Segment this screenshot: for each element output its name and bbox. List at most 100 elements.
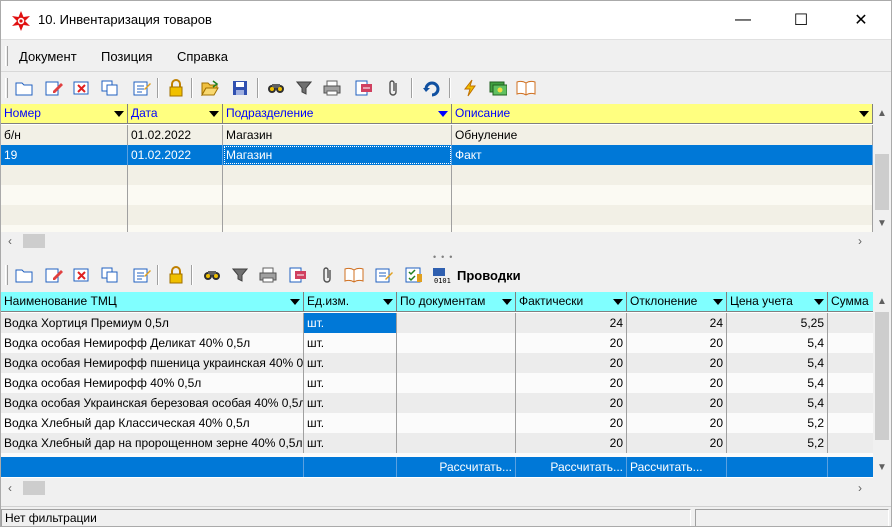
filter-icon[interactable] [229,264,251,286]
panel-splitter[interactable]: ••• [1,250,891,262]
scroll-up-icon[interactable]: ▲ [873,292,891,310]
edit-list-icon[interactable] [131,264,153,286]
checklist-icon[interactable] [403,264,425,286]
lock-icon[interactable] [165,264,187,286]
scroll-thumb[interactable] [875,312,889,440]
calculate-by-docs-button[interactable]: Рассчитать... [397,457,516,477]
toolbar-grip[interactable] [5,265,8,285]
book-icon[interactable] [343,264,365,286]
calculate-actual-button[interactable]: Рассчитать... [516,457,627,477]
items-horizontal-scrollbar[interactable]: ‹ › [1,479,891,497]
report-icon[interactable] [287,264,309,286]
new-folder-icon[interactable] [13,77,35,99]
cell-actual[interactable]: 24 [516,313,627,333]
scroll-down-icon[interactable]: ▼ [873,458,891,476]
scroll-thumb[interactable] [875,154,889,210]
postings-button[interactable]: Проводки [457,268,521,283]
cell-actual[interactable]: 20 [516,413,627,433]
search-icon[interactable] [265,77,287,99]
refresh-icon[interactable] [421,77,443,99]
scroll-left-icon[interactable]: ‹ [1,479,19,497]
menu-grip[interactable] [5,46,8,66]
lock-icon[interactable] [165,77,187,99]
cell-price[interactable]: 5,4 [727,333,828,353]
filter-icon[interactable] [293,77,315,99]
cell-by-docs[interactable] [397,433,516,453]
cell-department[interactable]: Магазин [223,145,452,165]
documents-horizontal-scrollbar[interactable]: ‹ › [1,232,891,250]
notes-icon[interactable] [373,264,395,286]
sort-dropdown-icon[interactable] [438,111,448,117]
cell-item-name[interactable]: Водка особая Немирофф пшеница украинская… [1,353,304,373]
new-folder-icon[interactable] [13,264,35,286]
table-row[interactable]: Водка особая Немирофф пшеница украинская… [1,353,873,373]
cell-sum[interactable] [828,333,873,353]
cell-number[interactable]: б/н [1,125,128,145]
attach-icon[interactable] [383,77,405,99]
cell-price[interactable]: 5,4 [727,393,828,413]
attach-icon[interactable] [317,264,339,286]
cell-price[interactable]: 5,2 [727,413,828,433]
search-icon[interactable] [201,264,223,286]
column-header-department[interactable]: Подразделение [223,104,452,124]
sort-dropdown-icon[interactable] [859,111,869,117]
scroll-left-icon[interactable]: ‹ [1,232,19,250]
lightning-icon[interactable] [459,77,481,99]
cell-by-docs[interactable] [397,353,516,373]
cell-by-docs[interactable] [397,413,516,433]
cell-unit[interactable]: шт. [304,393,397,413]
scroll-up-icon[interactable]: ▲ [873,104,891,122]
cell-actual[interactable]: 20 [516,393,627,413]
menu-position[interactable]: Позиция [101,49,152,64]
column-header-sum[interactable]: Сумма [828,292,873,312]
cell-price[interactable]: 5,4 [727,373,828,393]
open-folder-icon[interactable] [199,77,221,99]
cell-actual[interactable]: 20 [516,373,627,393]
copy-icon[interactable] [99,77,121,99]
table-row[interactable]: Водка особая Украинская березовая особая… [1,393,873,413]
cell-sum[interactable] [828,393,873,413]
cell-item-name[interactable]: Водка особая Немирофф 40% 0,5л [1,373,304,393]
print-icon[interactable] [257,264,279,286]
cell-by-docs[interactable] [397,333,516,353]
calculate-deviation-button[interactable]: Рассчитать... [627,457,727,477]
cell-deviation[interactable]: 20 [627,413,727,433]
cell-deviation[interactable]: 20 [627,433,727,453]
copy-icon[interactable] [99,264,121,286]
sort-dropdown-icon[interactable] [209,111,219,117]
cell-sum[interactable] [828,353,873,373]
cell-deviation[interactable]: 20 [627,393,727,413]
cell-deviation[interactable]: 20 [627,353,727,373]
cell-item-name[interactable]: Водка Хлебный дар Классическая 40% 0,5л [1,413,304,433]
cell-unit[interactable]: шт. [304,433,397,453]
cell-price[interactable]: 5,25 [727,313,828,333]
scroll-thumb[interactable] [23,234,45,248]
cell-sum[interactable] [828,373,873,393]
cell-sum[interactable] [828,313,873,333]
table-row[interactable]: Водка Хлебный дар на пророщенном зерне 4… [1,433,873,453]
column-header-item-name[interactable]: Наименование ТМЦ [1,292,304,312]
sort-dropdown-icon[interactable] [290,299,300,305]
cell-by-docs[interactable] [397,393,516,413]
cell-unit[interactable]: шт. [304,373,397,393]
report-icon[interactable] [353,77,375,99]
edit-icon[interactable] [43,77,65,99]
cell-by-docs[interactable] [397,373,516,393]
scroll-right-icon[interactable]: › [851,232,869,250]
cell-item-name[interactable]: Водка Хортиця Премиум 0,5л [1,313,304,333]
save-icon[interactable] [229,77,251,99]
cell-actual[interactable]: 20 [516,333,627,353]
cell-description[interactable]: Факт [452,145,873,165]
delete-icon[interactable] [71,264,93,286]
toolbar-grip[interactable] [5,78,8,98]
postings-icon[interactable]: 0101 [431,264,453,286]
cell-price[interactable]: 5,4 [727,353,828,373]
cell-unit[interactable]: шт. [304,413,397,433]
sort-dropdown-icon[interactable] [814,299,824,305]
table-row[interactable]: Водка Хортиця Премиум 0,5л шт. 24 24 5,2… [1,313,873,333]
delete-icon[interactable] [71,77,93,99]
cell-sum[interactable] [828,413,873,433]
sort-dropdown-icon[interactable] [713,299,723,305]
column-header-number[interactable]: Номер [1,104,128,124]
maximize-button[interactable]: ☐ [773,1,829,39]
